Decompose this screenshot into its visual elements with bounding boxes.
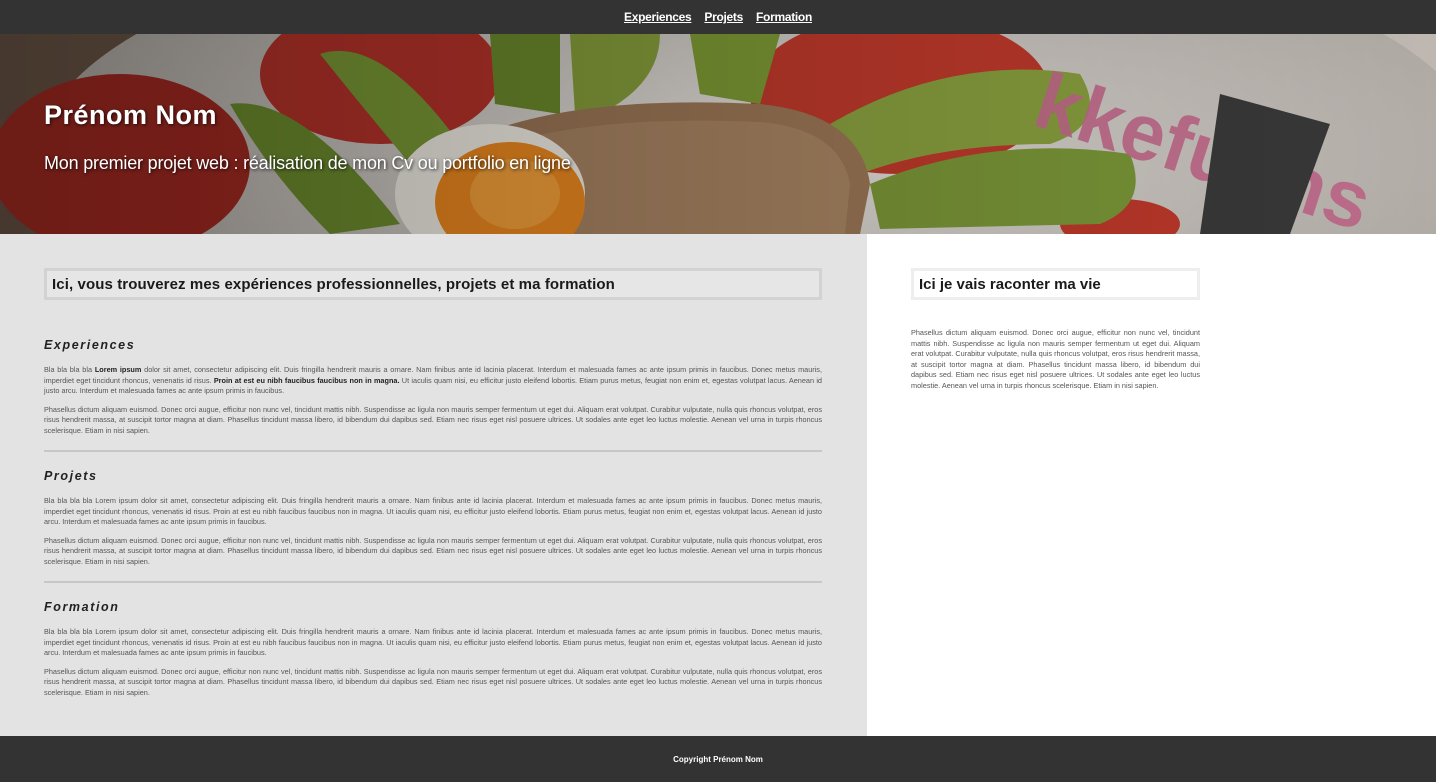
section-formation: Formation Bla bla bla bla Lorem ipsum do…	[44, 600, 822, 698]
hero-title: Prénom Nom	[44, 100, 218, 130]
nav-link-projets[interactable]: Projets	[704, 10, 743, 24]
section-title: Experiences	[44, 338, 136, 352]
section-divider	[44, 450, 822, 452]
section-title: Projets	[44, 469, 98, 483]
nav-link-experiences[interactable]: Experiences	[624, 10, 692, 24]
hero-banner: kkefuchs Prénom Nom Mon premier projet w…	[0, 34, 1436, 234]
aside-panel: Ici je vais raconter ma vie Phasellus di…	[867, 234, 1436, 736]
footer: Copyright Prénom Nom	[0, 736, 1436, 782]
main-content: Ici, vous trouverez mes expériences prof…	[0, 234, 867, 736]
section-paragraph: Bla bla bla bla Lorem ipsum dolor sit am…	[44, 627, 822, 657]
section-experiences: Experiences Bla bla bla bla Lorem ipsum …	[44, 338, 822, 452]
section-paragraph: Phasellus dictum aliquam euismod. Donec …	[44, 404, 822, 435]
section-paragraph: Bla bla bla bla Lorem ipsum dolor sit am…	[44, 496, 822, 526]
top-nav: Experiences Projets Formation	[0, 0, 1436, 34]
section-divider	[44, 581, 822, 583]
intro-heading: Ici, vous trouverez mes expériences prof…	[44, 268, 822, 300]
section-paragraph: Phasellus dictum aliquam euismod. Donec …	[44, 666, 822, 697]
section-paragraph: Bla bla bla bla Lorem ipsum dolor sit am…	[44, 365, 822, 395]
section-title: Formation	[44, 600, 120, 614]
section-paragraph: Phasellus dictum aliquam euismod. Donec …	[44, 535, 822, 566]
footer-copyright: Copyright Prénom Nom	[673, 754, 763, 764]
section-projets: Projets Bla bla bla bla Lorem ipsum dolo…	[44, 469, 822, 583]
hero-subtitle: Mon premier projet web : réalisation de …	[44, 153, 571, 173]
nav-link-formation[interactable]: Formation	[756, 10, 812, 24]
aside-paragraph: Phasellus dictum aliquam euismod. Donec …	[911, 328, 1200, 390]
aside-heading: Ici je vais raconter ma vie	[911, 268, 1200, 300]
hero-background-image: kkefuchs	[0, 34, 1436, 234]
